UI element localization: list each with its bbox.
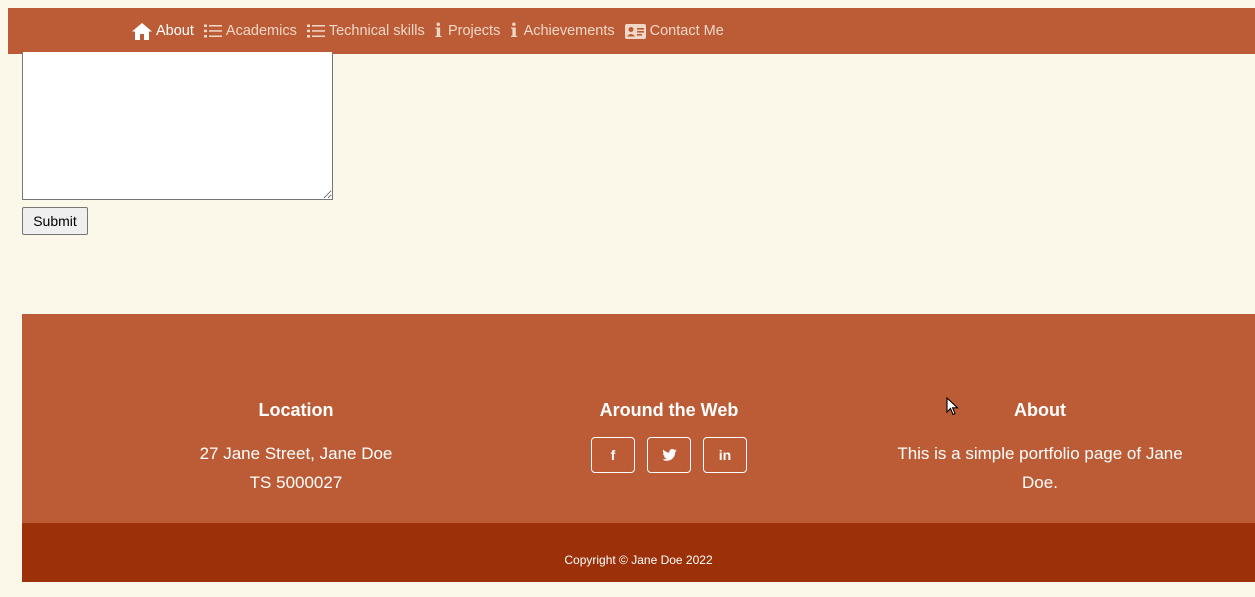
footer-about: About This is a simple portfolio page of… [882, 398, 1198, 497]
facebook-icon: f [610, 447, 616, 463]
footer-about-heading: About [1014, 400, 1066, 420]
footer-around-web: Around the Web f in [512, 398, 826, 473]
linkedin-icon: in [718, 447, 732, 463]
copyright-bar: Copyright © Jane Doe 2022 [22, 523, 1255, 582]
twitter-button[interactable] [647, 437, 691, 473]
info-icon: i [434, 19, 442, 42]
twitter-icon [661, 449, 677, 461]
footer-address-line2: TS 5000027 [249, 473, 343, 492]
footer-location-heading: Location [258, 400, 334, 420]
nav-item-label: About [156, 23, 194, 39]
message-textarea[interactable] [22, 52, 333, 200]
nav-item-academics[interactable]: Academics [203, 23, 297, 39]
mouse-cursor-icon [946, 397, 959, 416]
submit-button[interactable]: Submit [22, 207, 88, 235]
navbar: About Academics Technical skills i Proje… [8, 8, 1255, 54]
nav-item-label: Achievements [523, 23, 615, 39]
footer-address-line1: 27 Jane Street, Jane Doe [199, 444, 393, 463]
id-card-icon [624, 23, 646, 39]
footer: Location 27 Jane Street, Jane Doe TS 500… [22, 314, 1255, 523]
list-icon [203, 24, 222, 38]
footer-about-text: This is a simple portfolio page of Jane … [897, 444, 1183, 492]
social-links: f in [512, 437, 826, 473]
nav-item-label: Projects [447, 23, 501, 39]
footer-location: Location 27 Jane Street, Jane Doe TS 500… [138, 398, 454, 497]
nav-item-projects[interactable]: i Projects [434, 19, 501, 42]
nav-item-label: Technical skills [328, 23, 425, 39]
nav-item-about[interactable]: About [132, 22, 194, 40]
top-strip [0, 0, 1255, 8]
linkedin-button[interactable]: in [703, 437, 747, 473]
list-icon [306, 24, 325, 38]
info-icon: i [510, 19, 518, 42]
nav-item-achievements[interactable]: i Achievements [510, 19, 615, 42]
nav-item-technical-skills[interactable]: Technical skills [306, 23, 425, 39]
footer-web-heading: Around the Web [599, 400, 739, 420]
facebook-button[interactable]: f [591, 437, 635, 473]
nav-item-label: Contact Me [649, 23, 724, 39]
nav-item-label: Academics [225, 23, 297, 39]
home-icon [132, 22, 152, 40]
copyright-text: Copyright © Jane Doe 2022 [564, 553, 713, 567]
nav-item-contact-me[interactable]: Contact Me [624, 23, 724, 39]
